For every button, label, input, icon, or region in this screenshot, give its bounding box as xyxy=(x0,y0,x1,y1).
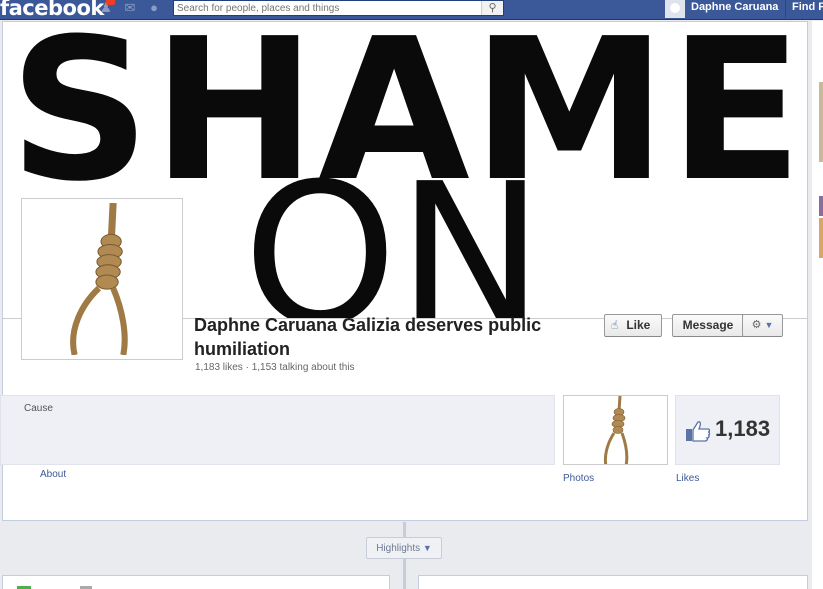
user-name-link[interactable]: Daphne Caruana xyxy=(691,0,778,14)
page-title[interactable]: Daphne Caruana Galizia deserves public h… xyxy=(194,313,594,361)
highlights-dropdown[interactable]: Highlights ▼ xyxy=(366,537,442,559)
chevron-down-icon: ▼ xyxy=(764,320,774,330)
sidebar-thumb-image-2[interactable] xyxy=(819,218,823,258)
page-category: Cause xyxy=(24,403,53,414)
gear-icon: ⚙ xyxy=(751,319,762,331)
user-avatar[interactable] xyxy=(665,0,685,18)
thumbs-up-icon: ☝ xyxy=(611,318,619,332)
profile-picture[interactable] xyxy=(21,198,183,360)
message-button[interactable]: Message xyxy=(672,314,744,337)
sidebar-ad-image[interactable] xyxy=(819,82,823,162)
highlights-label: Highlights xyxy=(376,543,421,554)
likes-box[interactable]: 1,183 xyxy=(675,395,780,465)
chevron-down-icon: ▼ xyxy=(422,543,432,553)
timeline-post-right xyxy=(418,575,808,589)
cover-text-on: ON xyxy=(243,142,544,319)
likes-count: 1,183 xyxy=(715,416,771,441)
noose-thumbnail-image xyxy=(603,396,629,464)
like-button[interactable]: ☝ Like xyxy=(604,314,662,337)
thumbs-up-icon xyxy=(686,421,711,442)
messages-icon[interactable]: ✉ xyxy=(122,1,138,15)
find-friends-link[interactable]: Find F xyxy=(792,0,823,14)
settings-dropdown[interactable]: ⚙ ▼ xyxy=(742,314,783,337)
photos-thumbnail[interactable] xyxy=(563,395,668,465)
about-box xyxy=(0,395,555,465)
timeline-post-left xyxy=(2,575,390,589)
search-icon[interactable]: ⚲ xyxy=(481,1,503,15)
likes-link[interactable]: Likes xyxy=(676,473,699,484)
like-label: Like xyxy=(626,318,651,332)
noose-image xyxy=(26,202,178,356)
search-input[interactable] xyxy=(174,1,482,15)
topbar-divider xyxy=(785,0,786,18)
page-stats: 1,183 likes · 1,153 talking about this xyxy=(195,362,355,373)
notification-badge xyxy=(106,0,115,5)
about-link[interactable]: About xyxy=(40,469,66,480)
sidebar-thumb-image[interactable] xyxy=(819,196,823,216)
photos-link[interactable]: Photos xyxy=(563,473,594,484)
search-bar: ⚲ xyxy=(173,0,504,16)
top-bar: facebook ♟ ✉ ● ⚲ Daphne Caruana Find F xyxy=(0,0,823,20)
globe-icon[interactable]: ● xyxy=(146,1,162,15)
facebook-logo[interactable]: facebook xyxy=(0,0,104,20)
